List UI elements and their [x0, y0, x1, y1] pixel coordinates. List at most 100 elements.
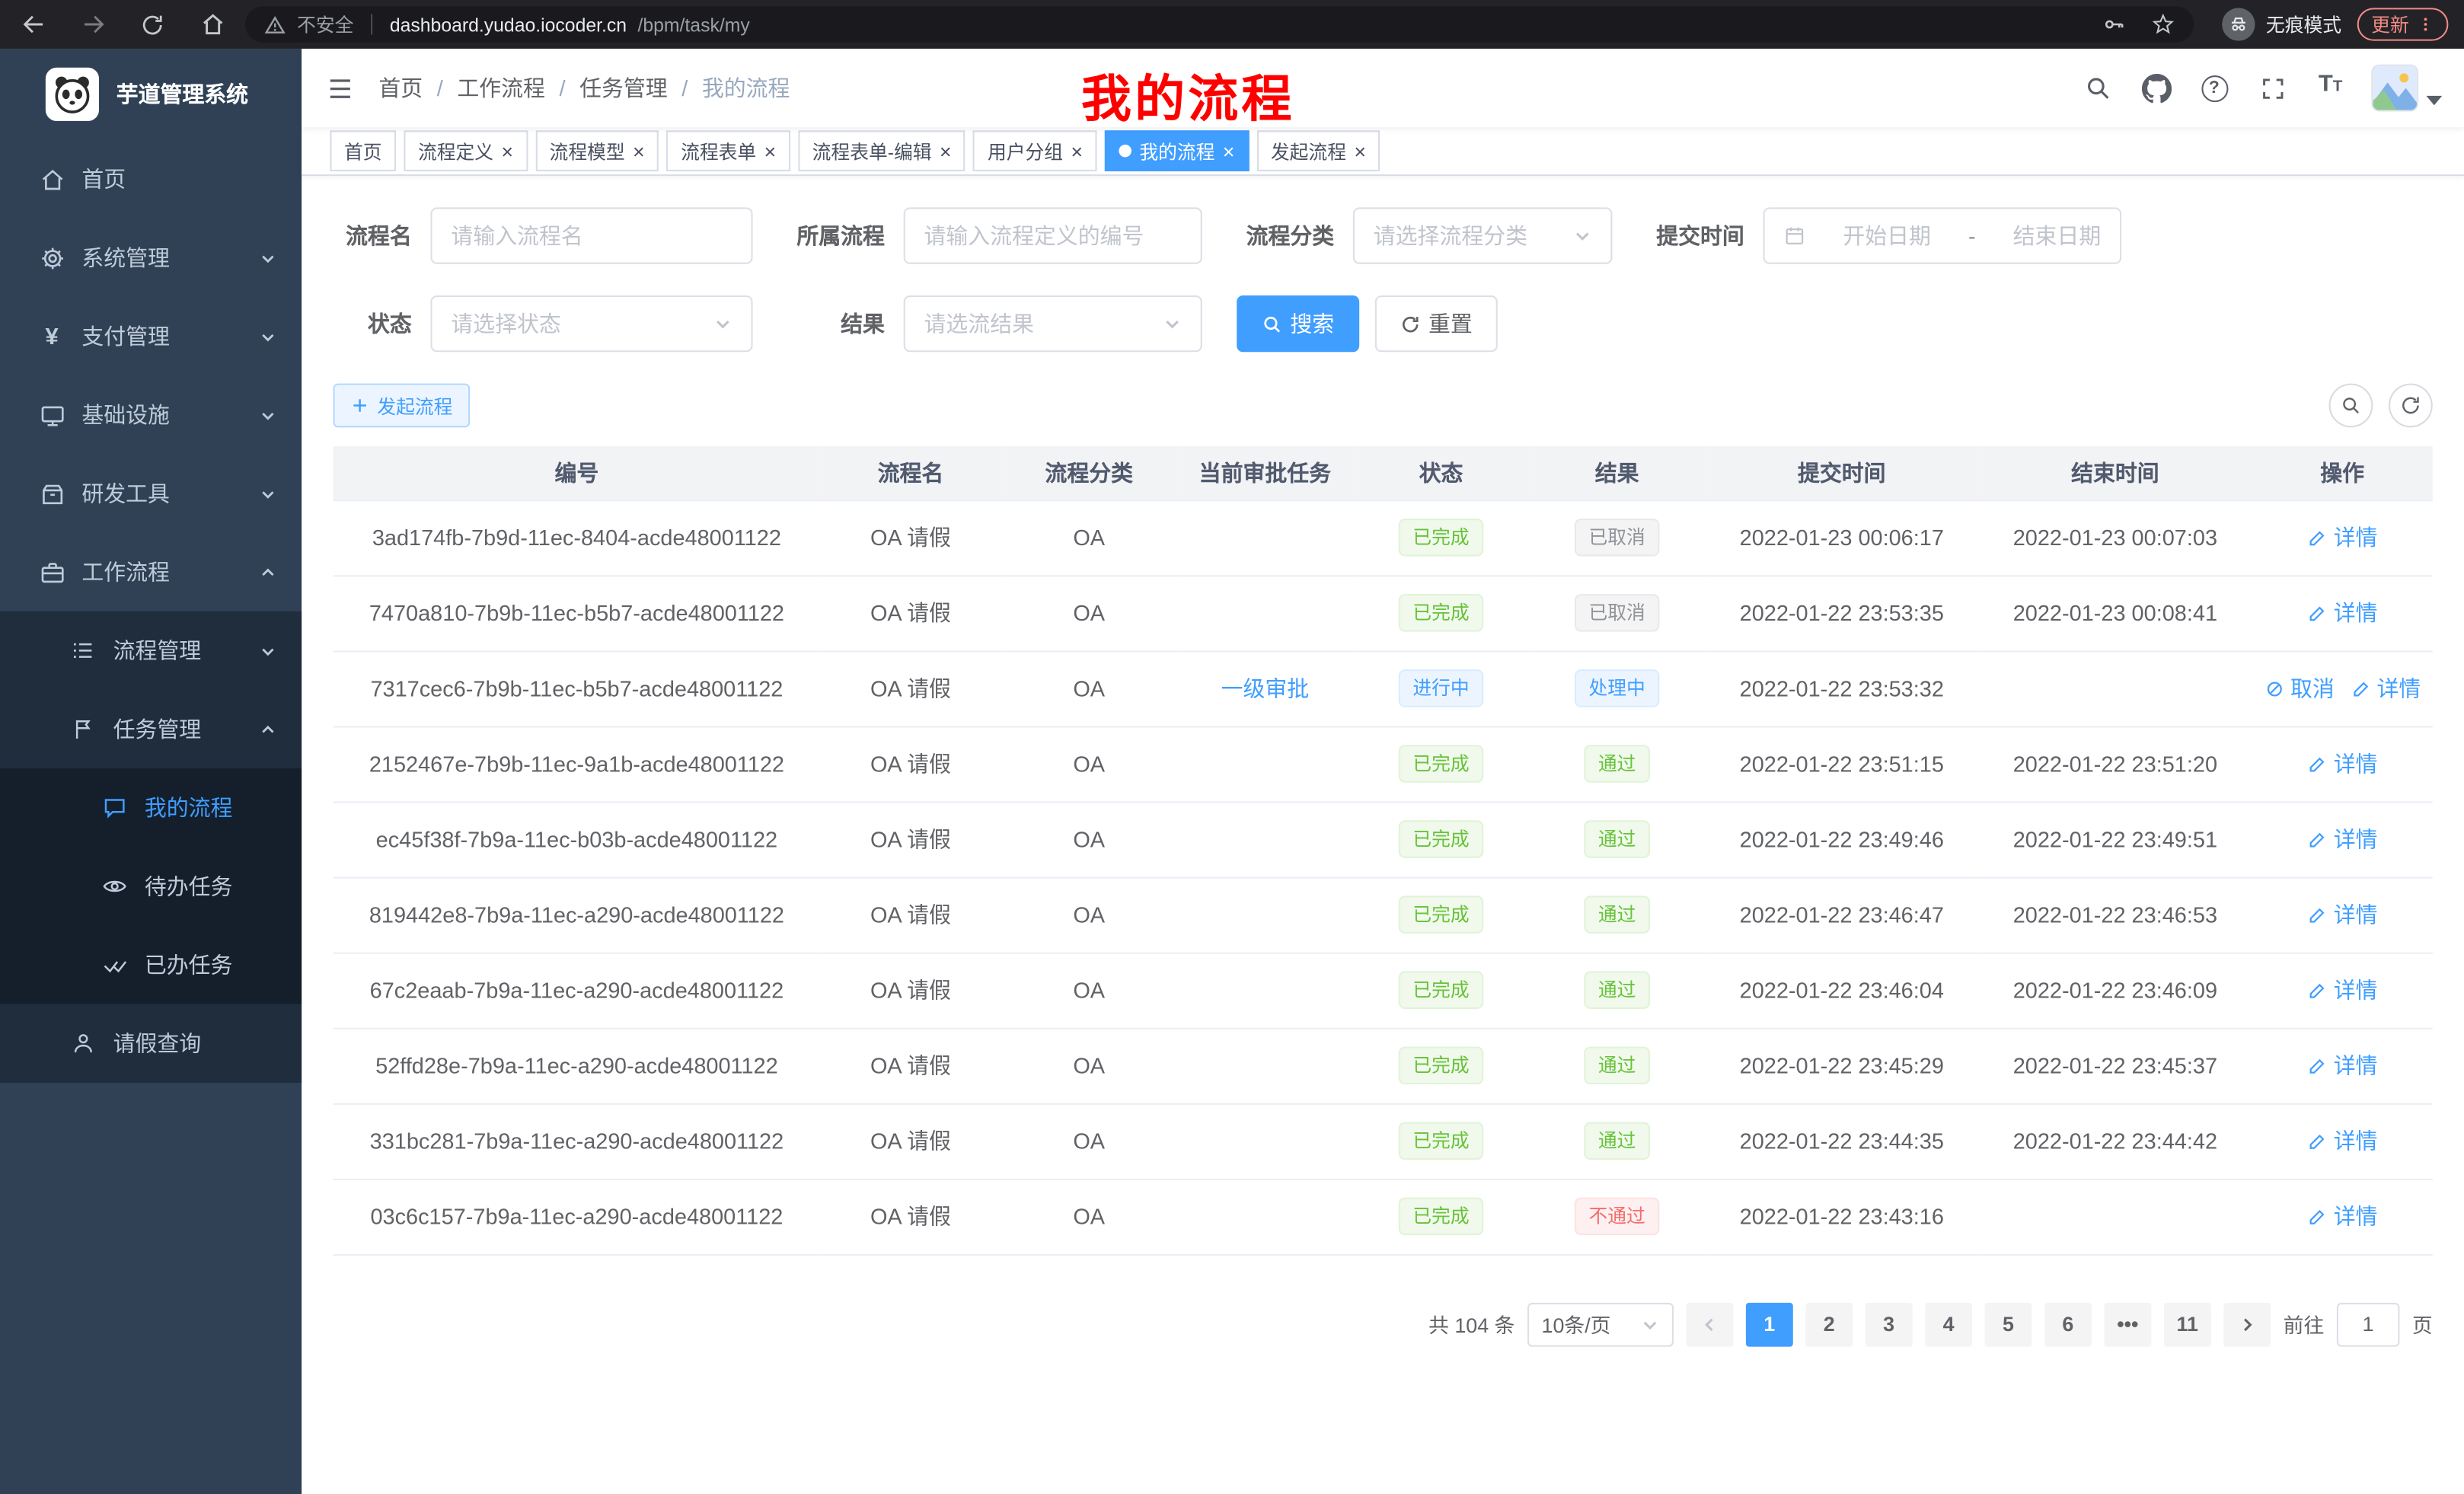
date-end-placeholder[interactable]: 结束日期	[2013, 220, 2102, 251]
hamburger-icon[interactable]	[302, 49, 378, 127]
sidebar-item-my-process[interactable]: 我的流程	[0, 768, 302, 847]
cancel-link[interactable]: 取消	[2264, 672, 2335, 704]
browser-toolbar: 不安全 dashboard.yudao.iocoder.cn/bpm/task/…	[0, 0, 2464, 49]
tab-home[interactable]: 首页	[330, 130, 396, 171]
key-icon[interactable]	[2102, 13, 2126, 37]
browser-home-button[interactable]	[195, 7, 229, 41]
chat-bubble-icon	[101, 793, 129, 822]
breadcrumb-workflow[interactable]: 工作流程	[457, 72, 545, 104]
pagination-page-11[interactable]: 11	[2164, 1302, 2211, 1346]
detail-link[interactable]: 详情	[2307, 522, 2378, 553]
pagination-page-1[interactable]: 1	[1746, 1302, 1793, 1346]
sidebar-item-devtools[interactable]: 研发工具	[0, 454, 302, 532]
tab-start-process[interactable]: 发起流程×	[1256, 130, 1380, 171]
sidebar-item-leave-query[interactable]: 请假查询	[0, 1004, 302, 1083]
detail-link[interactable]: 详情	[2307, 1125, 2378, 1157]
pagination-page-4[interactable]: 4	[1925, 1302, 1972, 1346]
result-select[interactable]: 请选流结果	[904, 295, 1202, 352]
cell-id: 331bc281-7b9a-11ec-a290-acde48001122	[334, 1103, 821, 1179]
category-select[interactable]: 请选择流程分类	[1353, 207, 1613, 263]
process-name-input[interactable]	[451, 223, 732, 248]
app-logo-icon	[46, 68, 99, 121]
close-icon[interactable]: ×	[1071, 141, 1083, 161]
browser-refresh-button[interactable]	[135, 7, 169, 41]
pagination-page-5[interactable]: 5	[1985, 1302, 2032, 1346]
page-size-select[interactable]: 10条/页	[1527, 1302, 1674, 1346]
sidebar-item-todo-task[interactable]: 待办任务	[0, 847, 302, 925]
cell-name: OA 请假	[820, 953, 1001, 1028]
detail-link[interactable]: 详情	[2307, 748, 2378, 779]
date-start-placeholder[interactable]: 开始日期	[1843, 220, 1931, 251]
sidebar-item-infrastructure[interactable]: 基础设施	[0, 375, 302, 454]
sidebar-item-done-task[interactable]: 已办任务	[0, 926, 302, 1004]
bookmark-star-icon[interactable]	[2151, 13, 2175, 37]
pagination-ellipsis[interactable]: •••	[2104, 1302, 2151, 1346]
sidebar-item-home[interactable]: 首页	[0, 140, 302, 219]
pagination-page-6[interactable]: 6	[2044, 1302, 2092, 1346]
sidebar-item-process-management[interactable]: 流程管理	[0, 611, 302, 690]
sidebar: 芋道管理系统 首页 系统管理 ¥ 支付管理 基础设施 研发工具	[0, 49, 302, 1494]
cell-task	[1177, 877, 1353, 953]
font-size-icon[interactable]: TT	[2313, 71, 2348, 105]
detail-link[interactable]: 详情	[2307, 1201, 2378, 1232]
sidebar-item-workflow[interactable]: 工作流程	[0, 533, 302, 611]
tab-process-form[interactable]: 流程表单×	[667, 130, 790, 171]
tab-process-model[interactable]: 流程模型×	[535, 130, 659, 171]
pagination-next-button[interactable]	[2223, 1302, 2271, 1346]
github-icon[interactable]	[2139, 71, 2173, 105]
pagination-page-unit: 页	[2412, 1309, 2433, 1339]
detail-link[interactable]: 详情	[2307, 899, 2378, 930]
close-icon[interactable]: ×	[1354, 141, 1366, 161]
sidebar-item-task-management[interactable]: 任务管理	[0, 690, 302, 768]
date-range-picker[interactable]: 开始日期 - 结束日期	[1763, 207, 2122, 263]
sidebar-item-payment[interactable]: ¥ 支付管理	[0, 297, 302, 375]
detail-link[interactable]: 详情	[2350, 672, 2421, 704]
browser-back-button[interactable]	[16, 7, 50, 41]
breadcrumb-task-management[interactable]: 任务管理	[579, 72, 668, 104]
tab-user-group[interactable]: 用户分组×	[973, 130, 1096, 171]
user-menu[interactable]	[2371, 65, 2442, 112]
pagination-page-2[interactable]: 2	[1805, 1302, 1853, 1346]
app-logo[interactable]: 芋道管理系统	[0, 49, 302, 140]
status-select[interactable]: 请选择状态	[430, 295, 752, 352]
search-button[interactable]: 搜索	[1237, 295, 1359, 352]
help-icon[interactable]: ?	[2197, 71, 2231, 105]
close-icon[interactable]: ×	[1223, 141, 1235, 161]
detail-link[interactable]: 详情	[2307, 975, 2378, 1006]
result-badge: 已取消	[1575, 519, 1659, 557]
detail-link[interactable]: 详情	[2307, 597, 2378, 628]
tab-process-definition[interactable]: 流程定义×	[404, 130, 527, 171]
close-icon[interactable]: ×	[501, 141, 513, 161]
sidebar-item-label: 研发工具	[81, 477, 170, 509]
show-search-toggle-button[interactable]	[2329, 384, 2373, 428]
chevron-down-icon	[260, 406, 277, 423]
incognito-label: 无痕模式	[2266, 11, 2341, 37]
cell-category: OA	[1001, 1103, 1177, 1179]
close-icon[interactable]: ×	[633, 141, 645, 161]
sidebar-item-system[interactable]: 系统管理	[0, 219, 302, 297]
browser-forward-button[interactable]	[75, 7, 110, 41]
parent-process-input[interactable]	[924, 223, 1182, 248]
current-task-link[interactable]: 一级审批	[1221, 672, 1310, 704]
fullscreen-icon[interactable]	[2255, 71, 2290, 105]
close-icon[interactable]: ×	[940, 141, 952, 161]
security-label[interactable]: 不安全	[297, 11, 353, 37]
tab-process-form-edit[interactable]: 流程表单-编辑×	[798, 130, 965, 171]
pagination-goto-input[interactable]	[2337, 1302, 2400, 1346]
start-process-button[interactable]: 发起流程	[334, 384, 471, 428]
pagination-page-3[interactable]: 3	[1866, 1302, 1913, 1346]
user-icon	[69, 1030, 97, 1058]
table-toolbar: 发起流程	[334, 384, 2433, 428]
search-icon[interactable]	[2080, 71, 2115, 105]
pagination-prev-button[interactable]	[1686, 1302, 1733, 1346]
col-header-id: 编号	[334, 446, 821, 500]
browser-update-button[interactable]: 更新	[2357, 8, 2449, 40]
detail-link[interactable]: 详情	[2307, 823, 2378, 854]
tab-my-process[interactable]: 我的流程×	[1105, 130, 1249, 171]
close-icon[interactable]: ×	[764, 141, 777, 161]
address-bar[interactable]: 不安全 dashboard.yudao.iocoder.cn/bpm/task/…	[245, 6, 2194, 42]
reset-button[interactable]: 重置	[1375, 295, 1498, 352]
refresh-table-button[interactable]	[2389, 384, 2433, 428]
detail-link[interactable]: 详情	[2307, 1050, 2378, 1081]
breadcrumb-home[interactable]: 首页	[378, 72, 423, 104]
